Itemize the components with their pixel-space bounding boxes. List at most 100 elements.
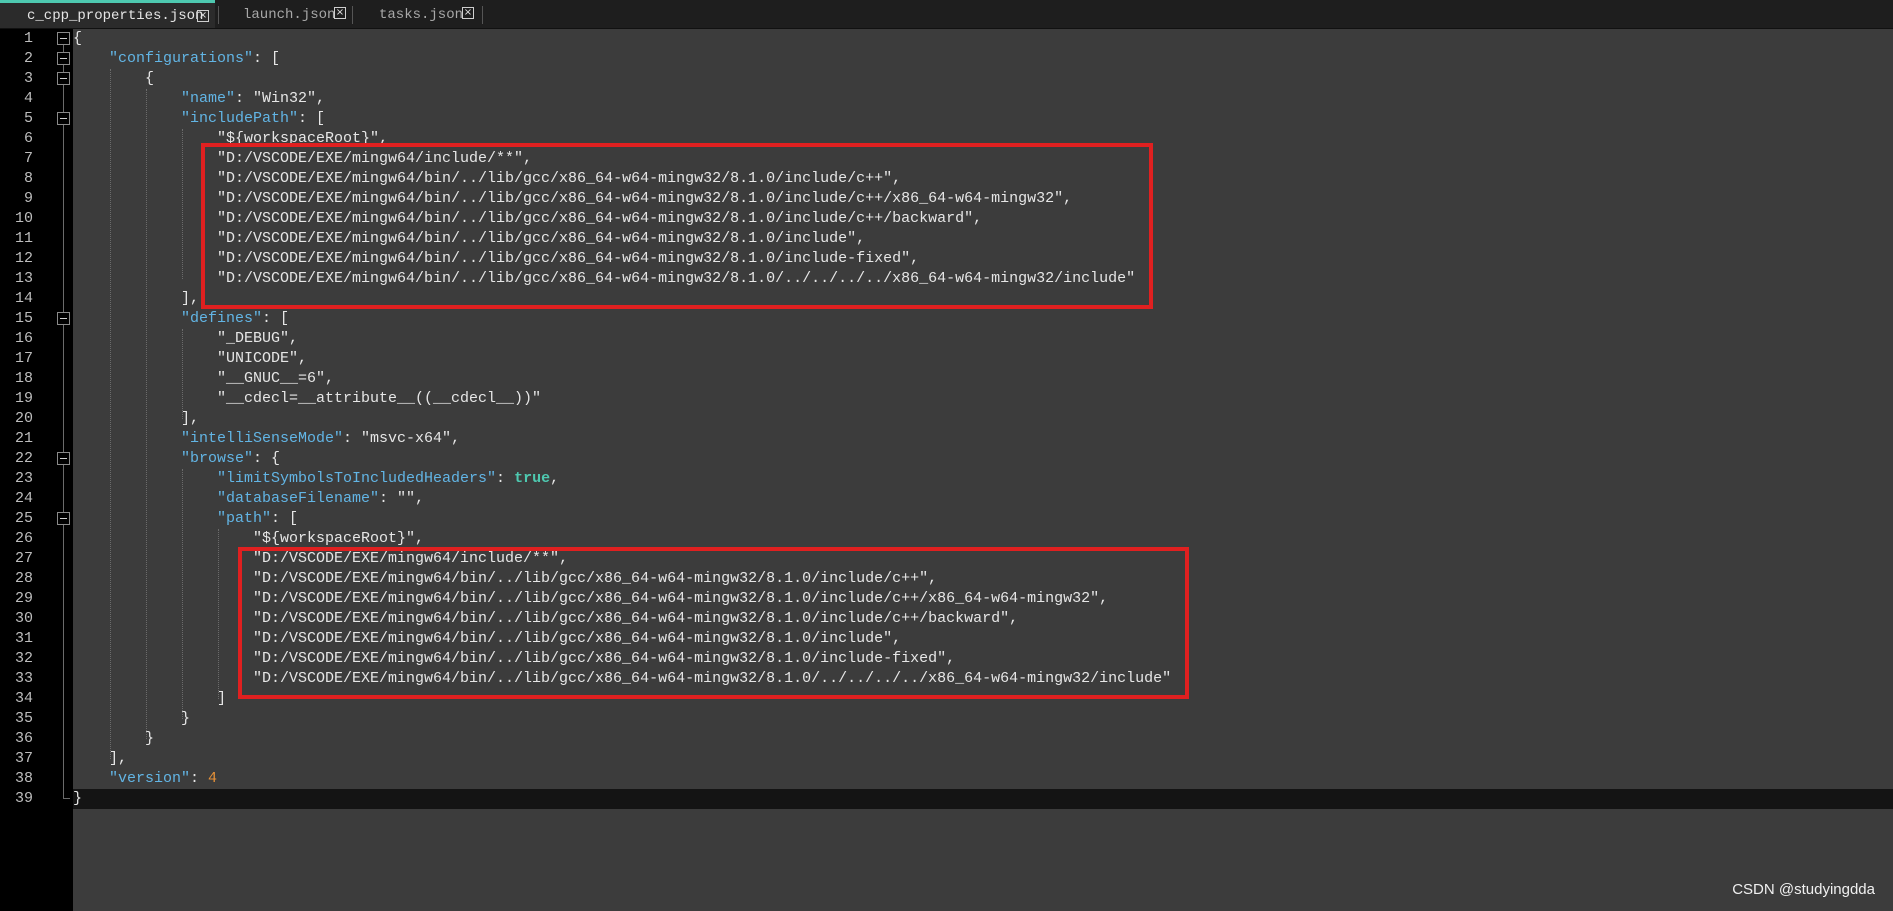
line-number: 21 <box>14 430 33 447</box>
line-number: 16 <box>14 330 33 347</box>
fold-toggle-icon[interactable] <box>57 72 70 85</box>
code-line: "name": "Win32", <box>181 89 325 109</box>
code-line: "limitSymbolsToIncludedHeaders": true, <box>217 469 559 489</box>
tab-label: c_cpp_properties.json <box>27 8 204 24</box>
code-token-pun: , <box>415 490 425 507</box>
line-number: 9 <box>23 190 33 207</box>
line-number: 20 <box>14 410 33 427</box>
code-token-str: "" <box>397 490 416 507</box>
fold-toggle-icon[interactable] <box>57 52 70 65</box>
code-token-key: "version" <box>109 770 191 787</box>
code-token-key: "configurations" <box>109 50 254 67</box>
code-line: } <box>73 789 82 809</box>
watermark: CSDN @studyingdda <box>1732 881 1875 898</box>
code-token-pun: { <box>145 70 155 87</box>
code-line: "__GNUC__=6", <box>217 369 334 389</box>
fold-toggle-icon[interactable] <box>57 512 70 525</box>
line-number: 5 <box>23 110 33 127</box>
code-line: "defines": [ <box>181 309 289 329</box>
tab-launch[interactable]: launch.json × <box>216 0 352 28</box>
indent-guide <box>182 329 183 419</box>
code-line: ], <box>181 289 199 309</box>
code-token-pun: : [ <box>253 50 281 67</box>
code-token-key: "limitSymbolsToIncludedHeaders" <box>217 470 497 487</box>
fold-toggle-icon[interactable] <box>57 32 70 45</box>
line-number: 27 <box>14 550 33 567</box>
code-token-pun: ], <box>109 750 128 767</box>
code-line: "includePath": [ <box>181 109 325 129</box>
code-line: { <box>145 69 154 89</box>
line-number: 14 <box>14 290 33 307</box>
fold-line-end <box>63 798 70 799</box>
line-number: 12 <box>14 250 33 267</box>
code-token-pun: , <box>325 370 335 387</box>
close-icon[interactable]: × <box>334 7 346 19</box>
code-line: "databaseFilename": "", <box>217 489 424 509</box>
line-number: 18 <box>14 370 33 387</box>
code-token-key: "includePath" <box>181 110 299 127</box>
code-line: ], <box>109 749 127 769</box>
code-token-str: "_DEBUG" <box>217 330 290 347</box>
code-line: "intelliSenseMode": "msvc-x64", <box>181 429 460 449</box>
code-token-pun: : <box>379 490 398 507</box>
line-number: 23 <box>14 470 33 487</box>
line-number: 6 <box>23 130 33 147</box>
line-number: 32 <box>14 650 33 667</box>
tab-bar: c_cpp_properties.json × launch.json × ta… <box>0 0 1893 29</box>
line-number: 26 <box>14 530 33 547</box>
fold-line <box>63 45 64 798</box>
fold-margin <box>55 29 73 911</box>
code-token-key: "databaseFilename" <box>217 490 380 507</box>
fold-toggle-icon[interactable] <box>57 452 70 465</box>
tab-c-cpp-properties[interactable]: c_cpp_properties.json × <box>0 0 215 28</box>
code-line: "configurations": [ <box>109 49 280 69</box>
tab-tasks[interactable]: tasks.json × <box>352 0 482 28</box>
code-token-key: "intelliSenseMode" <box>181 430 344 447</box>
line-number: 34 <box>14 690 33 707</box>
indent-guide <box>218 529 219 699</box>
line-number: 24 <box>14 490 33 507</box>
code-token-pun: : <box>343 430 362 447</box>
line-number: 1 <box>23 30 33 47</box>
line-number: 31 <box>14 630 33 647</box>
line-number: 38 <box>14 770 33 787</box>
code-line: "browse": { <box>181 449 280 469</box>
code-token-str: "__cdecl=__attribute__((__cdecl__))" <box>217 390 542 407</box>
close-icon[interactable]: × <box>197 10 209 22</box>
code-token-pun: : <box>190 770 209 787</box>
code-token-pun: , <box>451 430 461 447</box>
close-icon[interactable]: × <box>462 7 474 19</box>
code-token-pun: , <box>289 330 299 347</box>
code-token-pun: { <box>73 30 83 47</box>
code-token-pun: : [ <box>262 310 290 327</box>
fold-toggle-icon[interactable] <box>57 312 70 325</box>
code-token-kw: true <box>514 470 551 487</box>
line-number: 22 <box>14 450 33 467</box>
code-token-pun: : [ <box>271 510 299 527</box>
code-line: "UNICODE", <box>217 349 307 369</box>
code-token-pun: ], <box>181 410 200 427</box>
code-token-pun: , <box>316 90 326 107</box>
line-number: 10 <box>14 210 33 227</box>
code-line: "${workspaceRoot}", <box>253 529 424 549</box>
code-token-key: "defines" <box>181 310 263 327</box>
fold-toggle-icon[interactable] <box>57 112 70 125</box>
tab-label: tasks.json <box>379 7 464 23</box>
line-number: 37 <box>14 750 33 767</box>
code-token-pun: : <box>235 90 254 107</box>
code-token-pun: } <box>73 790 83 807</box>
line-number: 4 <box>23 90 33 107</box>
line-number: 35 <box>14 710 33 727</box>
code-line: "_DEBUG", <box>217 329 298 349</box>
code-token-pun: : { <box>253 450 281 467</box>
code-token-pun: ], <box>181 290 200 307</box>
code-token-str: "Win32" <box>253 90 317 107</box>
code-token-pun: , <box>298 350 308 367</box>
code-token-pun: , <box>415 530 425 547</box>
code-token-str: "UNICODE" <box>217 350 299 367</box>
line-number: 17 <box>14 350 33 367</box>
code-token-pun: : <box>496 470 515 487</box>
highlight-box-browse-path <box>238 547 1189 699</box>
indent-guide <box>146 89 147 739</box>
code-line: { <box>73 29 82 49</box>
